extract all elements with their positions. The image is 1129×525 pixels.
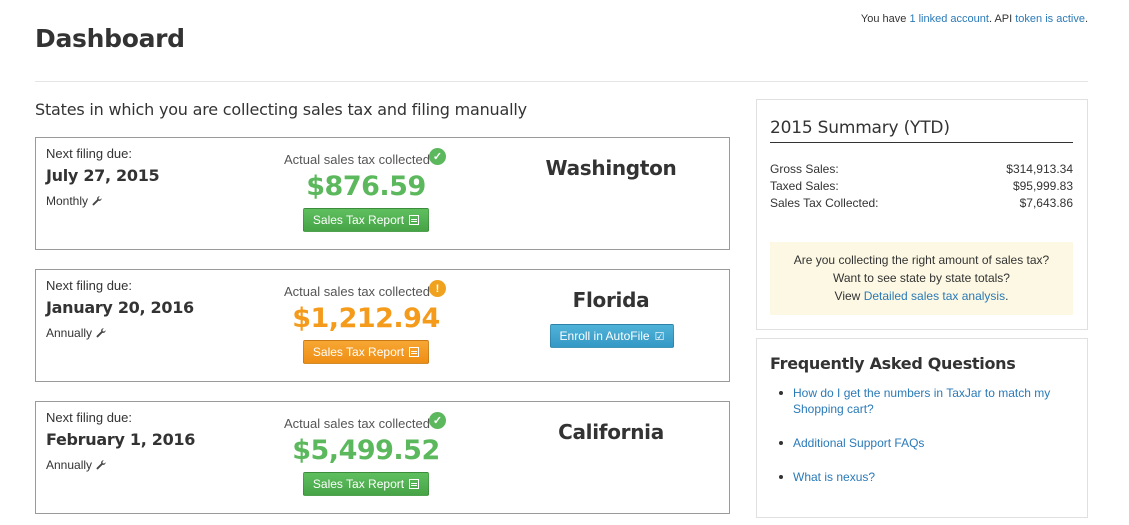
due-label: Next filing due: — [46, 410, 132, 425]
filing-card-washington: Next filing due: July 27, 2015 Monthly A… — [35, 137, 730, 250]
account-status-prefix: You have — [860, 13, 910, 25]
faq-item: Additional Support FAQs — [777, 435, 1067, 451]
collected-amount: $876.59 — [306, 171, 426, 202]
state-name: California — [558, 420, 664, 444]
faq-link-nexus[interactable]: What is nexus? — [793, 470, 875, 484]
check-circle-icon: ✓ — [429, 148, 446, 165]
header-divider — [35, 81, 1088, 82]
wrench-icon — [96, 460, 106, 470]
collected-amount: $5,499.52 — [292, 435, 440, 466]
linked-accounts-link[interactable]: 1 linked account — [909, 13, 989, 25]
filing-frequency[interactable]: Monthly — [46, 194, 102, 208]
callout-line-1: Are you collecting the right amount of s… — [793, 253, 1050, 267]
sales-tax-report-button[interactable]: Sales Tax Report — [303, 472, 429, 496]
summary-panel: 2015 Summary (YTD) Gross Sales: $314,913… — [756, 99, 1088, 330]
api-token-link[interactable]: token is active — [1015, 13, 1085, 25]
detailed-analysis-link[interactable]: Detailed sales tax analysis — [864, 289, 1005, 303]
checkbox-icon: ☑ — [654, 330, 665, 343]
due-label: Next filing due: — [46, 146, 132, 161]
analysis-callout: Are you collecting the right amount of s… — [770, 242, 1073, 315]
filing-frequency[interactable]: Annually — [46, 326, 106, 340]
collected-amount: $1,212.94 — [292, 303, 440, 334]
collected-label: Actual sales tax collected — [284, 152, 430, 167]
enroll-autofile-label: Enroll in AutoFile — [559, 329, 650, 343]
report-icon — [409, 347, 420, 357]
collected-label: Actual sales tax collected — [284, 416, 430, 431]
check-circle-icon: ✓ — [429, 412, 446, 429]
account-status: You have 1 linked account. API token is … — [860, 13, 1088, 25]
summary-row-gross-sales: Gross Sales: $314,913.34 — [770, 162, 1073, 176]
due-date: July 27, 2015 — [46, 166, 160, 185]
sales-tax-report-button[interactable]: Sales Tax Report — [303, 208, 429, 232]
summary-title: 2015 Summary (YTD) — [770, 118, 950, 138]
summary-row-value: $314,913.34 — [1006, 162, 1073, 176]
due-label: Next filing due: — [46, 278, 132, 293]
summary-row-value: $7,643.86 — [1019, 196, 1073, 210]
callout-line-2: Want to see state by state totals? — [833, 271, 1010, 285]
enroll-autofile-button[interactable]: Enroll in AutoFile ☑ — [550, 324, 674, 348]
wrench-icon — [96, 328, 106, 338]
callout-line-3: View Detailed sales tax analysis. — [834, 289, 1009, 303]
faq-item: How do I get the numbers in TaxJar to ma… — [777, 385, 1067, 417]
faq-panel: Frequently Asked Questions How do I get … — [756, 338, 1088, 518]
frequency-label: Monthly — [46, 194, 89, 208]
summary-row-value: $95,999.83 — [1012, 179, 1073, 193]
exclamation-circle-icon: ! — [429, 280, 446, 297]
page-title: Dashboard — [35, 24, 185, 53]
summary-divider — [770, 142, 1073, 143]
faq-title: Frequently Asked Questions — [770, 354, 1016, 373]
summary-row-label: Taxed Sales: — [770, 179, 839, 193]
due-date: January 20, 2016 — [46, 298, 194, 317]
due-date: February 1, 2016 — [46, 430, 196, 449]
summary-row-tax-collected: Sales Tax Collected: $7,643.86 — [770, 196, 1073, 210]
frequency-label: Annually — [46, 326, 93, 340]
sales-tax-report-label: Sales Tax Report — [312, 213, 405, 227]
faq-link-match-numbers[interactable]: How do I get the numbers in TaxJar to ma… — [793, 386, 1050, 416]
filing-frequency[interactable]: Annually — [46, 458, 106, 472]
faq-item: What is nexus? — [777, 469, 1067, 485]
summary-row-taxed-sales: Taxed Sales: $95,999.83 — [770, 179, 1073, 193]
section-heading: States in which you are collecting sales… — [35, 100, 527, 119]
frequency-label: Annually — [46, 458, 93, 472]
report-icon — [409, 215, 420, 225]
summary-row-label: Sales Tax Collected: — [770, 196, 879, 210]
sales-tax-report-label: Sales Tax Report — [312, 345, 405, 359]
account-status-middle: . API — [988, 13, 1016, 25]
filing-card-california: Next filing due: February 1, 2016 Annual… — [35, 401, 730, 514]
state-name: Washington — [545, 156, 677, 180]
collected-label: Actual sales tax collected — [284, 284, 430, 299]
state-name: Florida — [572, 288, 650, 312]
faq-list: How do I get the numbers in TaxJar to ma… — [777, 385, 1067, 503]
summary-row-label: Gross Sales: — [770, 162, 839, 176]
sales-tax-report-button[interactable]: Sales Tax Report — [303, 340, 429, 364]
report-icon — [409, 479, 420, 489]
filing-card-florida: Next filing due: January 20, 2016 Annual… — [35, 269, 730, 382]
faq-link-support[interactable]: Additional Support FAQs — [793, 436, 924, 450]
sales-tax-report-label: Sales Tax Report — [312, 477, 405, 491]
wrench-icon — [92, 196, 102, 206]
